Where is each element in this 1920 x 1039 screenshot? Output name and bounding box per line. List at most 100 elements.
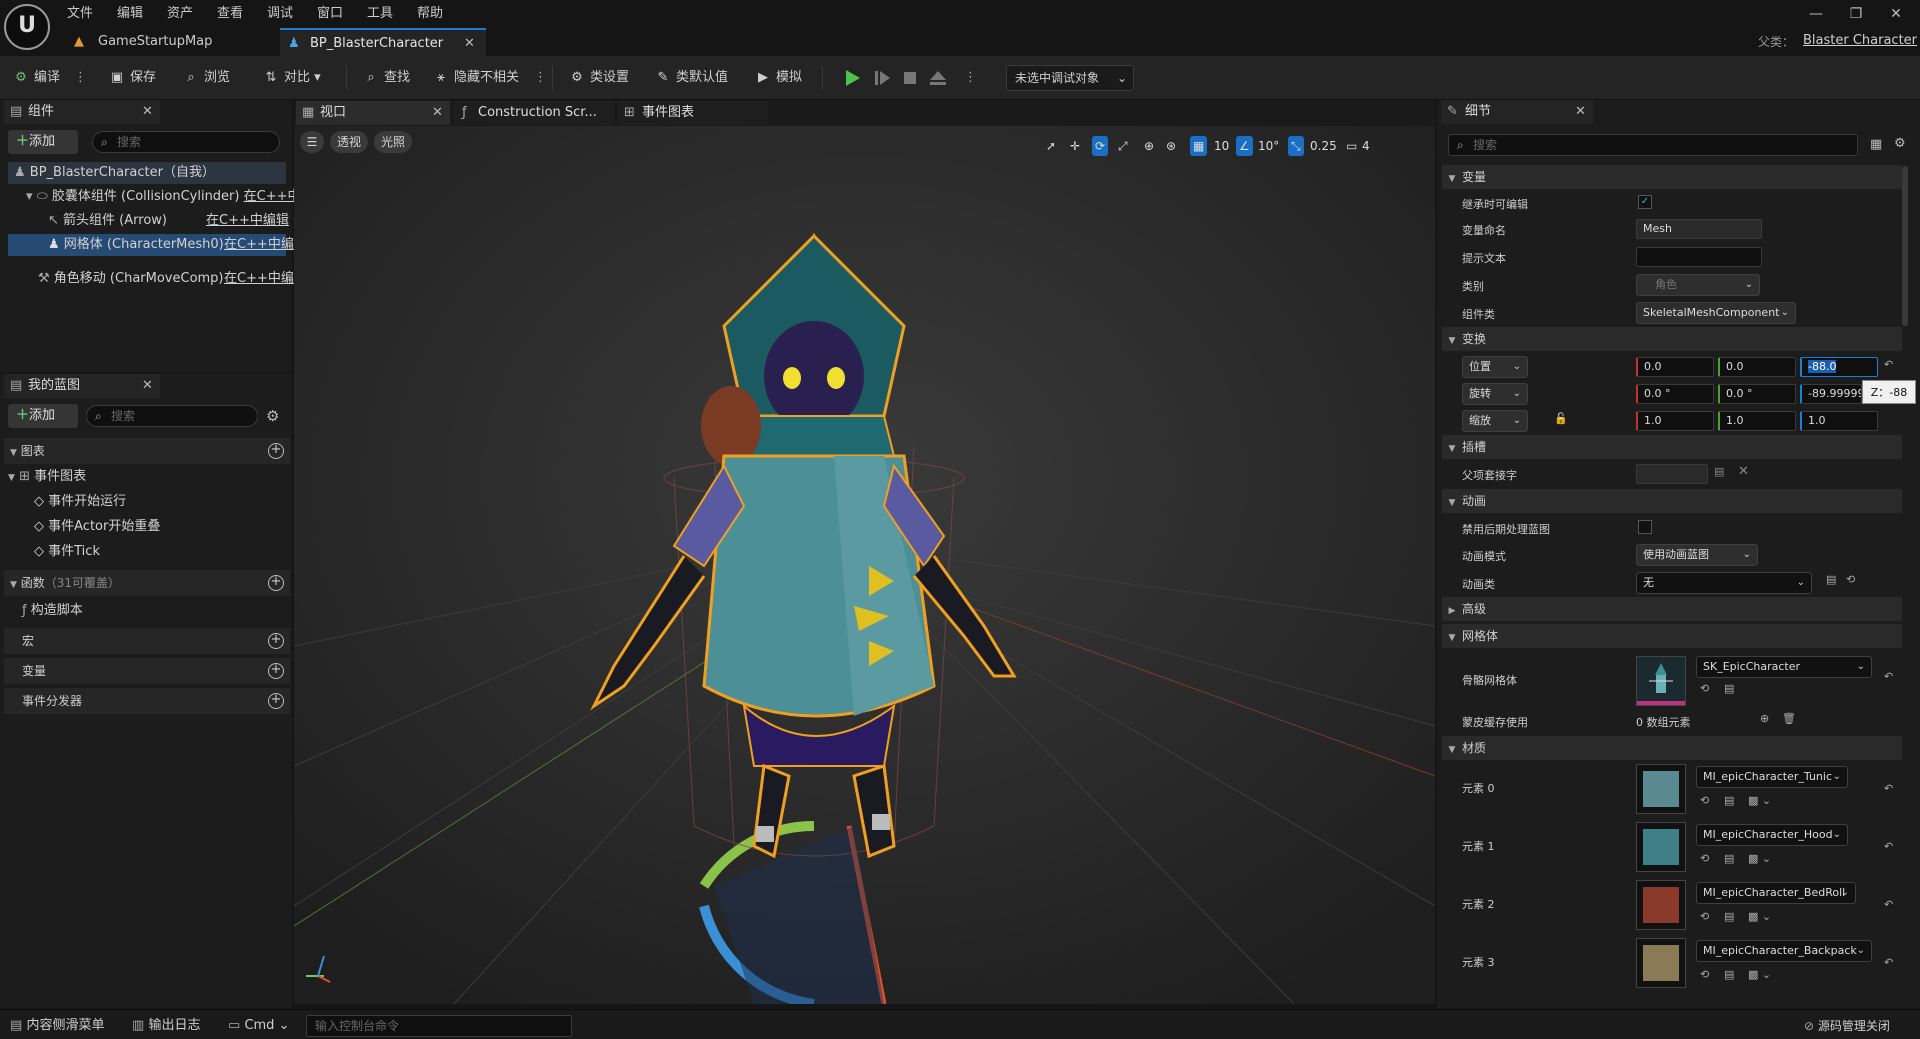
material-thumbnail[interactable]	[1636, 764, 1686, 814]
edit-in-cpp-link[interactable]: 在C++中编	[224, 268, 294, 290]
add-blueprint-item-button[interactable]: ＋添加	[8, 404, 78, 428]
lock-icon[interactable]: 🔓	[1554, 412, 1568, 425]
restore-icon[interactable]: ❐	[1844, 6, 1868, 26]
trash-icon[interactable]: 🗑	[1782, 712, 1796, 725]
tree-item-char-move[interactable]: ⚒ 角色移动 (CharMoveComp) 在C++中编	[8, 268, 294, 290]
tab-viewport[interactable]: ▦ 视口 ✕	[296, 101, 450, 125]
menu-edit[interactable]: 编辑	[117, 2, 143, 22]
select-icon[interactable]: ➚	[1046, 136, 1056, 156]
add-element-icon[interactable]: ⊕	[1760, 712, 1769, 725]
close-icon[interactable]: ✕	[142, 100, 153, 124]
rotation-snap-icon[interactable]: ∠	[1236, 136, 1253, 156]
menu-asset[interactable]: 资产	[167, 2, 193, 22]
close-window-icon[interactable]: ✕	[1884, 6, 1908, 26]
debug-target-dropdown[interactable]: 未选中调试对象 ⌄	[1006, 65, 1134, 91]
cmd-dropdown[interactable]: ▭ Cmd ⌄	[228, 1016, 289, 1036]
tab-event-graph[interactable]: ⊞ 事件图表	[618, 101, 768, 125]
tree-item-mesh[interactable]: ♟ 网格体 (CharacterMesh0) 在C++中编	[8, 234, 294, 256]
rotation-x-field[interactable]: 0.0 °	[1636, 384, 1714, 404]
tab-construction-script[interactable]: ƒ Construction Scr...	[454, 101, 614, 125]
disable-post-process-checkbox[interactable]	[1638, 520, 1652, 534]
output-log-button[interactable]: ▥ 输出日志	[132, 1016, 200, 1036]
scale-z-field[interactable]: 1.0	[1800, 411, 1878, 431]
location-x-field[interactable]: 0.0	[1636, 357, 1714, 377]
editable-checkbox[interactable]: ✓	[1638, 195, 1652, 209]
skeletal-mesh-dropdown[interactable]: SK_EpicCharacter ⌄	[1696, 656, 1872, 678]
tree-item-arrow[interactable]: ↖ 箭头组件 (Arrow) 在C++中编辑	[8, 210, 289, 232]
step-icon[interactable]	[872, 68, 892, 88]
browse-asset-icon[interactable]: ▤	[1724, 968, 1734, 981]
section-advanced[interactable]: ▶ 高级	[1442, 597, 1902, 621]
add-dispatcher-icon[interactable]: +	[268, 693, 284, 709]
section-dispatchers[interactable]: 事件分发器 +	[4, 688, 290, 714]
tree-item-root[interactable]: ♟ BP_BlasterCharacter（自我）	[8, 162, 286, 184]
browse-button[interactable]: ⌕ 浏览	[182, 67, 230, 89]
details-search-input[interactable]: ⌕ 搜索	[1448, 134, 1858, 156]
add-macro-icon[interactable]: +	[268, 633, 284, 649]
class-settings-button[interactable]: ⚙ 类设置	[568, 67, 629, 89]
tab-details[interactable]: ✎ 细节 ✕	[1441, 100, 1593, 124]
tab-bp-blaster-character[interactable]: ♟ BP_BlasterCharacter ✕	[280, 28, 486, 56]
blueprint-search-input[interactable]: ⌕ 搜索	[86, 405, 258, 427]
parent-class-link[interactable]: Blaster Character	[1803, 33, 1917, 48]
material-dropdown[interactable]: MI_epicCharacter_BedRoll ⌄	[1696, 882, 1856, 904]
tab-my-blueprint[interactable]: ▤ 我的蓝图 ✕	[4, 374, 160, 398]
browse-asset-icon[interactable]: ▤	[1724, 794, 1734, 807]
rotate-icon[interactable]: ⟳	[1092, 136, 1109, 156]
browse-asset-icon[interactable]: ▤	[1724, 910, 1734, 923]
scale-x-field[interactable]: 1.0	[1636, 411, 1714, 431]
add-component-button[interactable]: ＋添加	[8, 130, 78, 154]
section-macros[interactable]: 宏 +	[4, 628, 290, 654]
section-functions[interactable]: ▼ 函数（31可覆盖） +	[4, 570, 290, 596]
browse-asset-icon[interactable]: ▤	[1724, 852, 1734, 865]
scale-y-field[interactable]: 1.0	[1718, 411, 1796, 431]
tree-item-capsule[interactable]: ▾ ⬭ 胶囊体组件 (CollisionCylinder) 在C++中	[8, 186, 301, 208]
material-thumbnail[interactable]	[1636, 880, 1686, 930]
tree-item-event[interactable]: ◇ 事件开始运行	[34, 491, 126, 513]
camera-speed-icon[interactable]: ▭	[1346, 136, 1357, 156]
category-dropdown[interactable]: 角色 ⌄	[1636, 274, 1760, 296]
play-icon[interactable]	[842, 68, 862, 88]
browse-asset-icon[interactable]: ▤	[1724, 682, 1734, 695]
reset-icon[interactable]: ↶	[1884, 840, 1893, 853]
scale-snap-icon[interactable]: ⤡	[1288, 136, 1304, 156]
use-selected-icon[interactable]: ⟲	[1700, 682, 1709, 695]
find-options-icon[interactable]: ⋮	[534, 67, 547, 89]
grid-snap-icon[interactable]: ▦	[1190, 136, 1208, 156]
location-mode-dropdown[interactable]: 位置 ⌄	[1462, 356, 1528, 378]
stop-icon[interactable]	[900, 68, 920, 88]
section-mesh[interactable]: ▼ 网格体	[1442, 624, 1902, 648]
menu-file[interactable]: 文件	[67, 2, 93, 22]
grid-snap-value[interactable]: 10	[1214, 136, 1229, 156]
location-y-field[interactable]: 0.0	[1718, 357, 1796, 377]
reset-icon[interactable]: ↶	[1884, 358, 1893, 371]
section-variables[interactable]: 变量 +	[4, 658, 290, 684]
surface-snap-icon[interactable]: ⊛	[1166, 136, 1176, 156]
material-options-icon[interactable]: ▩ ⌄	[1748, 794, 1771, 807]
add-graph-icon[interactable]: +	[268, 443, 284, 459]
reset-icon[interactable]: ↶	[1884, 782, 1893, 795]
section-variable[interactable]: ▼ 变量	[1442, 165, 1902, 189]
find-button[interactable]: ⌕ 查找	[362, 67, 410, 89]
section-graphs[interactable]: ▼ 图表 +	[4, 438, 290, 464]
add-variable-icon[interactable]: +	[268, 663, 284, 679]
settings-gear-icon[interactable]: ⚙	[266, 407, 279, 425]
section-materials[interactable]: ▼ 材质	[1442, 736, 1902, 760]
table-view-icon[interactable]: ▦	[1870, 137, 1882, 152]
material-options-icon[interactable]: ▩ ⌄	[1748, 910, 1771, 923]
reset-icon[interactable]: ↶	[1884, 670, 1893, 683]
compile-button[interactable]: ⚙ 编译	[12, 67, 60, 89]
source-control-button[interactable]: ⊘ 源码管理关闭	[1804, 1016, 1890, 1036]
rotation-mode-dropdown[interactable]: 旋转 ⌄	[1462, 383, 1528, 405]
simulate-button[interactable]: ▶ 模拟	[754, 67, 802, 89]
play-options-icon[interactable]: ⋮	[964, 67, 977, 89]
settings-gear-icon[interactable]: ⚙	[1894, 136, 1906, 151]
add-function-icon[interactable]: +	[268, 575, 284, 591]
material-dropdown[interactable]: MI_epicCharacter_Tunic ⌄	[1696, 766, 1848, 788]
scale-mode-dropdown[interactable]: 缩放 ⌄	[1462, 410, 1528, 432]
browse-asset-icon[interactable]: ▤	[1826, 573, 1836, 586]
anim-mode-dropdown[interactable]: 使用动画蓝图 ⌄	[1636, 544, 1758, 566]
eject-icon[interactable]	[928, 68, 948, 88]
material-thumbnail[interactable]	[1636, 938, 1686, 988]
use-selected-icon[interactable]: ⟲	[1700, 910, 1709, 923]
